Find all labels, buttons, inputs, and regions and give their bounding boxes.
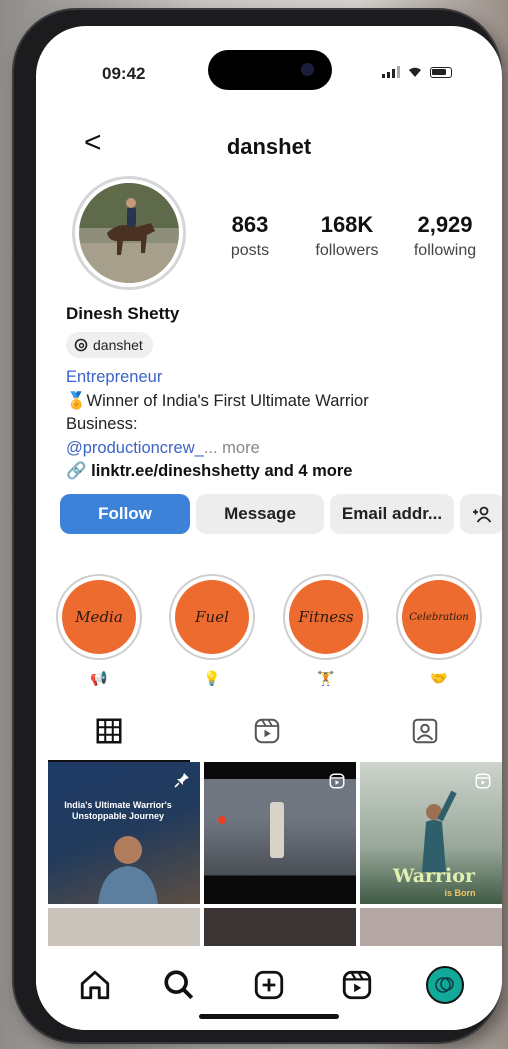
highlight-title: Media [62,580,136,654]
post-caption: India's Ultimate Warrior's Unstoppable J… [64,800,172,821]
add-user-button[interactable] [460,494,502,534]
stat-value: 168K [320,212,374,237]
highlight-emoji: 📢 [90,670,108,686]
highlight-media[interactable]: Media 📢 [54,574,144,687]
highlight-title: Fitness [289,580,363,654]
tagged-icon[interactable] [410,716,440,746]
status-time: 09:42 [102,64,146,83]
reels-nav-icon[interactable] [340,968,374,1002]
email-button[interactable]: Email addr... [330,494,454,534]
highlight-ring: Fitness [283,574,369,660]
threads-handle: danshet [93,337,143,353]
more-button[interactable]: ... more [204,439,260,457]
add-user-icon [473,506,492,523]
avatar-photo [79,183,179,283]
stat-value: 2,929 [417,212,473,237]
avatar-image [79,183,179,283]
highlight-emoji: 💡 [203,670,221,686]
battery-icon [430,66,452,78]
highlight-emoji: 🤝 [430,670,448,686]
reel-thumbnail[interactable]: Warrior is Born [360,762,502,904]
reel-icon [329,773,345,789]
create-post-icon[interactable] [252,968,286,1002]
post-person-image [422,790,457,872]
home-indicator [199,1014,339,1019]
signal-icon [382,66,400,78]
reels-icon[interactable] [252,716,282,746]
profile-bio: Entrepreneur 🏅Winner of India's First Ul… [66,366,486,484]
grid-icon[interactable] [94,716,124,746]
post-person-image [98,836,158,904]
stat-label: followers [315,242,379,259]
camera-icon [301,63,314,76]
highlight-title: Fuel [175,580,249,654]
header-username: danshet [226,134,312,159]
stat-value: 863 [231,212,269,237]
pin-icon [174,773,189,788]
stat-following[interactable]: 2,929 following [404,212,486,260]
wifi-icon [409,67,421,77]
dynamic-island [208,50,332,90]
home-icon[interactable] [78,968,112,1002]
highlight-title: Celebration [402,580,476,654]
bio-link[interactable]: linktr.ee/dineshshetty and 4 more [91,462,352,480]
bio-line-2: Business: [66,415,138,433]
stat-followers[interactable]: 168K followers [294,212,400,260]
stat-posts[interactable]: 863 posts [220,212,280,260]
stat-label: following [413,242,477,259]
bio-line: 🏅Winner of India's First Ultimate Warrio… [66,390,486,414]
phone-frame: 09:42 < danshet 863 posts 168K followers… [14,10,502,1042]
highlight-ring: Fuel [169,574,255,660]
highlight-fuel[interactable]: Fuel 💡 [167,574,257,687]
message-button[interactable]: Message [196,494,324,534]
highlight-emoji: 🏋 [317,670,335,686]
post-subtitle: is Born [444,888,476,898]
light-dot [218,816,226,824]
action-buttons: Follow Message Email addr... [60,494,502,534]
avatar[interactable] [72,176,186,290]
threads-icon [74,338,88,352]
highlight-celebration[interactable]: Celebration 🤝 [394,574,484,687]
reel-icon [475,773,491,789]
screen: 09:42 < danshet 863 posts 168K followers… [36,26,502,1030]
post-title: Warrior [393,865,475,887]
status-bar: 09:42 [36,26,502,106]
medal-icon: 🏅 [66,391,87,410]
status-icons [382,66,452,78]
reel-thumbnail[interactable] [204,762,356,904]
bio-line: @productioncrew_... more [66,437,486,461]
profile-tabs [36,706,502,762]
highlight-fitness[interactable]: Fitness 🏋 [281,574,371,687]
threads-badge[interactable]: danshet [66,332,153,358]
posts-grid: India's Ultimate Warrior's Unstoppable J… [48,762,502,962]
highlight-ring: Celebration [396,574,482,660]
profile-full-name: Dinesh Shetty [66,304,180,323]
profile-stats: 863 posts 168K followers 2,929 following [220,212,486,260]
mention-link[interactable]: @productioncrew_ [66,439,204,457]
profile-nav-avatar[interactable] [426,966,464,1004]
avatar-logo-icon [435,977,454,993]
follow-button[interactable]: Follow [60,494,190,534]
link-icon: 🔗 [66,462,87,480]
search-icon[interactable] [162,968,196,1002]
bio-link-row[interactable]: 🔗 linktr.ee/dineshshetty and 4 more [66,460,486,484]
highlight-ring: Media [56,574,142,660]
bio-line-1: Winner of India's First Ultimate Warrior [86,391,369,410]
stat-label: posts [230,242,270,259]
punching-bag [270,802,284,858]
profile-category: Entrepreneur [66,368,163,386]
post-thumbnail[interactable]: India's Ultimate Warrior's Unstoppable J… [48,762,200,904]
